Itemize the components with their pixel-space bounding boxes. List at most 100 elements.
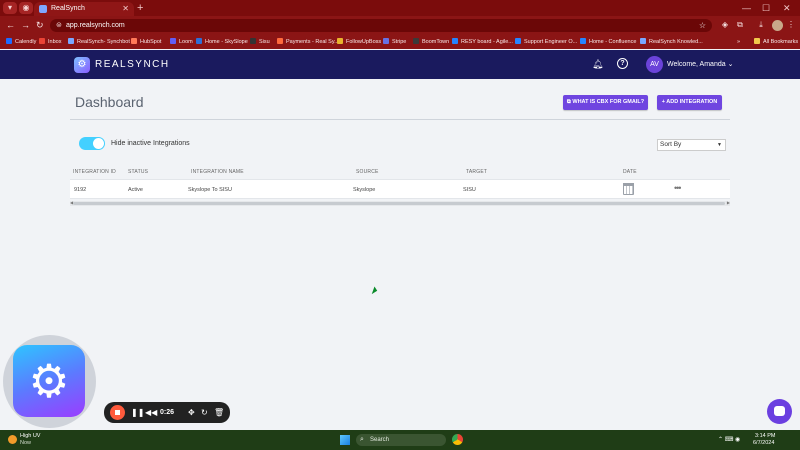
rewind-icon[interactable]: ◀◀ <box>145 402 157 423</box>
bookmark-favicon-icon <box>39 38 45 44</box>
bookmark-item[interactable]: Sisu <box>250 35 270 49</box>
cell-status: Active <box>128 187 143 193</box>
forward-icon[interactable]: → <box>21 19 30 31</box>
bookmark-item[interactable]: Calendly <box>6 35 36 49</box>
chrome-app-icon[interactable] <box>452 434 463 445</box>
windows-start-icon[interactable] <box>340 435 350 445</box>
extensions-puzzle-icon[interactable]: ⧉ <box>735 20 745 30</box>
reload-icon[interactable]: ↻ <box>36 19 44 31</box>
sort-by-select[interactable]: Sort By ▼ <box>657 139 726 151</box>
address-bar[interactable]: ⊜ app.realsynch.com ☆ <box>50 19 712 32</box>
bookmark-item[interactable]: Payments - Real Sy... <box>277 35 339 49</box>
column-header-integration-id[interactable]: INTEGRATION ID <box>73 168 116 176</box>
bookmark-label: Home - SkySlope <box>205 39 248 45</box>
app-navbar: ⚙ REALSYNCH 🔔︎ ? AV Welcome, Amanda ⌄ <box>0 50 800 79</box>
realsynch-logo-icon[interactable]: ⚙ <box>74 57 90 73</box>
system-tray-icons[interactable]: ⌃ ⌨ ◉ <box>718 433 740 447</box>
bookmark-star-icon[interactable]: ☆ <box>699 19 706 32</box>
new-tab-button[interactable]: + <box>137 1 143 15</box>
bookmark-label: Support Engineer O... <box>524 39 578 45</box>
sun-icon[interactable] <box>8 435 17 444</box>
bell-icon[interactable]: 🔔︎ <box>592 59 603 70</box>
bookmark-label: Home - Confluence <box>589 39 637 45</box>
stop-recording-button[interactable] <box>110 405 125 420</box>
draw-tools-icon[interactable]: ✥ <box>188 402 195 423</box>
all-bookmarks-folder[interactable]: All Bookmarks <box>754 35 798 49</box>
extension-icon[interactable]: ◈ <box>720 20 730 30</box>
avatar[interactable]: AV <box>646 56 663 73</box>
chat-icon <box>774 406 785 416</box>
folder-icon <box>754 38 760 44</box>
bookmark-item[interactable]: HubSpot <box>131 35 161 49</box>
pause-icon[interactable]: ❚❚ <box>131 402 144 423</box>
calendar-icon[interactable] <box>623 183 634 195</box>
table-row[interactable]: 9192 Active Skyslope To SISU Skyslope SI… <box>70 179 730 199</box>
chat-widget-button[interactable] <box>767 399 792 424</box>
column-header-integration-name[interactable]: INTEGRATION NAME <box>191 168 244 176</box>
column-header-date[interactable]: DATE <box>623 168 637 176</box>
bookmark-item[interactable]: Inbox <box>39 35 61 49</box>
webcam-bubble[interactable]: ⚙ <box>3 335 96 428</box>
bookmark-label: BoomTown <box>422 39 450 45</box>
bookmark-item[interactable]: Support Engineer O... <box>515 35 577 49</box>
scroll-right-icon[interactable]: ▶ <box>727 200 730 205</box>
bookmark-item[interactable]: RealSynch- Synchbot <box>68 35 130 49</box>
more-options-icon[interactable]: ••• <box>674 183 682 193</box>
calendar-header <box>623 183 634 186</box>
bookmark-item[interactable]: BoomTown <box>413 35 449 49</box>
bookmark-favicon-icon <box>413 38 419 44</box>
logo-text[interactable]: REALSYNCH <box>95 58 170 72</box>
bookmark-label: RealSynch Knowled... <box>649 39 703 45</box>
weather-title[interactable]: High UV <box>20 433 40 440</box>
bookmark-item[interactable]: Home - SkySlope <box>196 35 248 49</box>
bookmark-item[interactable]: Home - Confluence <box>580 35 636 49</box>
column-header-status[interactable]: STATUS <box>128 168 148 176</box>
download-icon[interactable]: ⤓ <box>756 20 766 30</box>
menu-dots-icon[interactable]: ⋮ <box>786 20 796 30</box>
tab-group-button[interactable]: ◉ <box>19 2 33 14</box>
bookmark-item[interactable]: RESY board - Agile... <box>452 35 513 49</box>
bookmark-favicon-icon <box>131 38 137 44</box>
search-placeholder: Search <box>370 437 390 443</box>
bookmark-item[interactable]: Loom <box>170 35 193 49</box>
bookmark-label: Sisu <box>259 39 270 45</box>
bookmark-label: Loom <box>179 39 193 45</box>
column-header-source[interactable]: SOURCE <box>356 168 379 176</box>
bookmark-item[interactable]: RealSynch Knowled... <box>640 35 703 49</box>
taskbar-search[interactable]: ⌕ Search <box>356 434 446 446</box>
horizontal-scrollbar[interactable]: ◀ ▶ <box>70 200 730 206</box>
bookmark-label: HubSpot <box>140 39 162 45</box>
scrollbar-thumb[interactable] <box>73 202 725 205</box>
bookmark-label: FollowUpBoss <box>346 39 382 45</box>
bookmark-item[interactable]: Stripe <box>383 35 406 49</box>
browser-tab[interactable]: RealSynch ✕ <box>34 2 134 16</box>
cbx-gmail-button[interactable]: ⧉ WHAT IS CBX FOR GMAIL? <box>563 95 648 110</box>
weather-subtitle[interactable]: Now <box>20 440 31 447</box>
trash-icon[interactable]: 🗑︎ <box>214 402 224 423</box>
profile-avatar[interactable] <box>772 20 783 31</box>
close-window-button[interactable]: ✕ <box>783 1 791 15</box>
restart-icon[interactable]: ↻ <box>201 402 208 423</box>
bookmark-item[interactable]: FollowUpBoss <box>337 35 381 49</box>
help-icon[interactable]: ? <box>617 58 628 69</box>
bookmark-favicon-icon <box>452 38 458 44</box>
minimize-button[interactable]: — <box>742 1 751 15</box>
back-icon[interactable]: ← <box>6 19 15 31</box>
column-header-target[interactable]: TARGET <box>466 168 487 176</box>
tab-search-button[interactable]: ▾ <box>3 2 17 14</box>
bookmark-favicon-icon <box>337 38 343 44</box>
clock-date[interactable]: 6/7/2024 <box>753 440 774 447</box>
clock-time[interactable]: 3:14 PM <box>755 433 775 440</box>
toggle-label: Hide inactive Integrations <box>111 140 190 147</box>
user-menu[interactable]: Welcome, Amanda ⌄ <box>667 59 733 70</box>
cbx-gmail-label: WHAT IS CBX FOR GMAIL? <box>572 99 645 105</box>
tab-title: RealSynch <box>51 5 85 12</box>
site-info-icon[interactable]: ⊜ <box>56 21 62 29</box>
hide-inactive-toggle[interactable] <box>79 137 105 150</box>
bookmarks-overflow-icon[interactable]: » <box>737 35 740 49</box>
tab-close-icon[interactable]: ✕ <box>122 2 129 16</box>
add-integration-button[interactable]: + ADD INTEGRATION <box>657 95 722 110</box>
bookmark-label: Inbox <box>48 39 62 45</box>
maximize-button[interactable]: ☐ <box>762 1 770 15</box>
mouse-cursor-icon <box>371 286 379 296</box>
